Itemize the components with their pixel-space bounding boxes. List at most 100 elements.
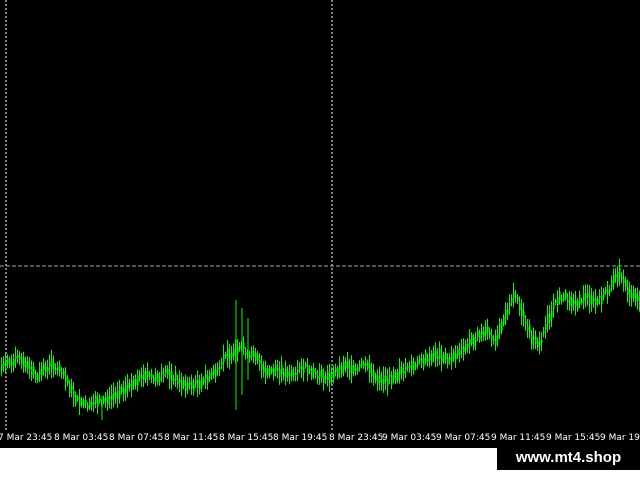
candle-body xyxy=(131,380,133,391)
candle-body xyxy=(297,369,299,372)
candle-body xyxy=(129,383,131,387)
candle-body xyxy=(617,271,619,282)
candle-body xyxy=(379,374,381,383)
candle-body xyxy=(429,353,431,361)
candle-body xyxy=(517,296,519,301)
candle-body xyxy=(603,291,605,298)
candle-body xyxy=(87,405,89,409)
candle-body xyxy=(329,372,331,383)
candle-body xyxy=(445,352,447,360)
candle-body xyxy=(267,367,269,376)
candle-body xyxy=(369,364,371,374)
candle-body xyxy=(249,354,251,358)
candle-body xyxy=(175,372,177,381)
candle-body xyxy=(535,335,537,345)
candle-body xyxy=(135,378,137,385)
candle-body xyxy=(171,371,173,382)
candle-body xyxy=(561,298,563,301)
candle-body xyxy=(337,367,339,378)
candle-body xyxy=(83,400,85,407)
candle-body xyxy=(479,332,481,341)
candle-body xyxy=(621,276,623,280)
time-axis-label: 9 Mar 07:45 xyxy=(436,433,491,443)
candle-body xyxy=(419,358,421,361)
candle-body xyxy=(313,369,315,373)
candle-body xyxy=(271,368,273,373)
candle-body xyxy=(503,316,505,325)
candle-body xyxy=(173,378,175,382)
candle-body xyxy=(103,397,105,403)
candle-body xyxy=(169,370,171,380)
candle-body xyxy=(509,303,511,307)
candle-body xyxy=(307,365,309,375)
candle-body xyxy=(289,372,291,377)
candle-body xyxy=(275,365,277,372)
candle-body xyxy=(359,364,361,368)
candle-body xyxy=(577,300,579,310)
chart-canvas[interactable] xyxy=(0,0,640,432)
candle-body xyxy=(511,297,513,303)
candle-body xyxy=(181,380,183,389)
candle-body xyxy=(495,335,497,346)
candle-body xyxy=(473,337,475,347)
candle-body xyxy=(79,397,81,407)
candle-body xyxy=(37,374,39,381)
time-axis-label: 9 Mar 19:45 xyxy=(600,433,640,443)
candle-body xyxy=(537,341,539,347)
candle-body xyxy=(433,351,435,358)
candle-body xyxy=(35,372,37,380)
candle-body xyxy=(73,390,75,399)
candle-body xyxy=(45,366,47,372)
candle-body xyxy=(265,368,267,377)
candle-body xyxy=(189,381,191,385)
candle-body xyxy=(3,362,5,367)
candle-body xyxy=(527,326,529,331)
candle-body xyxy=(491,335,493,340)
candle-body xyxy=(541,340,543,344)
time-axis-label: 9 Mar 11:45 xyxy=(491,433,546,443)
candle-body xyxy=(323,376,325,384)
candle-body xyxy=(217,367,219,370)
candle-body xyxy=(595,298,597,305)
candle-body xyxy=(201,377,203,388)
candle-body xyxy=(151,373,153,378)
candle-body xyxy=(185,381,187,392)
candle-body xyxy=(67,377,69,384)
candle-body xyxy=(95,395,97,404)
candle-body xyxy=(177,379,179,384)
candle-body xyxy=(453,351,455,360)
candle-body xyxy=(279,369,281,377)
candle-body xyxy=(513,292,515,299)
candle-body xyxy=(205,374,207,380)
candle-body xyxy=(351,365,353,374)
candle-body xyxy=(193,383,195,391)
candle-body xyxy=(133,379,135,387)
candle-body xyxy=(155,373,157,382)
candle-body xyxy=(347,360,349,369)
candle-body xyxy=(125,384,127,393)
candle-body xyxy=(11,361,13,366)
candle-body xyxy=(41,366,43,377)
candle-body xyxy=(575,300,577,306)
candle-body xyxy=(199,380,201,390)
candle-body xyxy=(431,353,433,363)
candle-body xyxy=(19,356,21,360)
candle-body xyxy=(449,357,451,361)
candle-body xyxy=(137,375,139,386)
candle-body xyxy=(301,366,303,371)
candle-body xyxy=(573,300,575,305)
candle-body xyxy=(17,354,19,358)
candle-body xyxy=(127,382,129,389)
candle-body xyxy=(239,344,241,349)
candle-body xyxy=(55,368,57,371)
candle-body xyxy=(341,365,343,374)
candle-body xyxy=(213,368,215,376)
price-chart[interactable] xyxy=(0,0,640,432)
candle-body xyxy=(629,289,631,298)
candle-body xyxy=(563,294,565,301)
candle-body xyxy=(223,354,225,362)
candle-body xyxy=(99,396,101,402)
candle-body xyxy=(361,360,363,366)
candle-body xyxy=(273,368,275,376)
candle-body xyxy=(631,293,633,299)
